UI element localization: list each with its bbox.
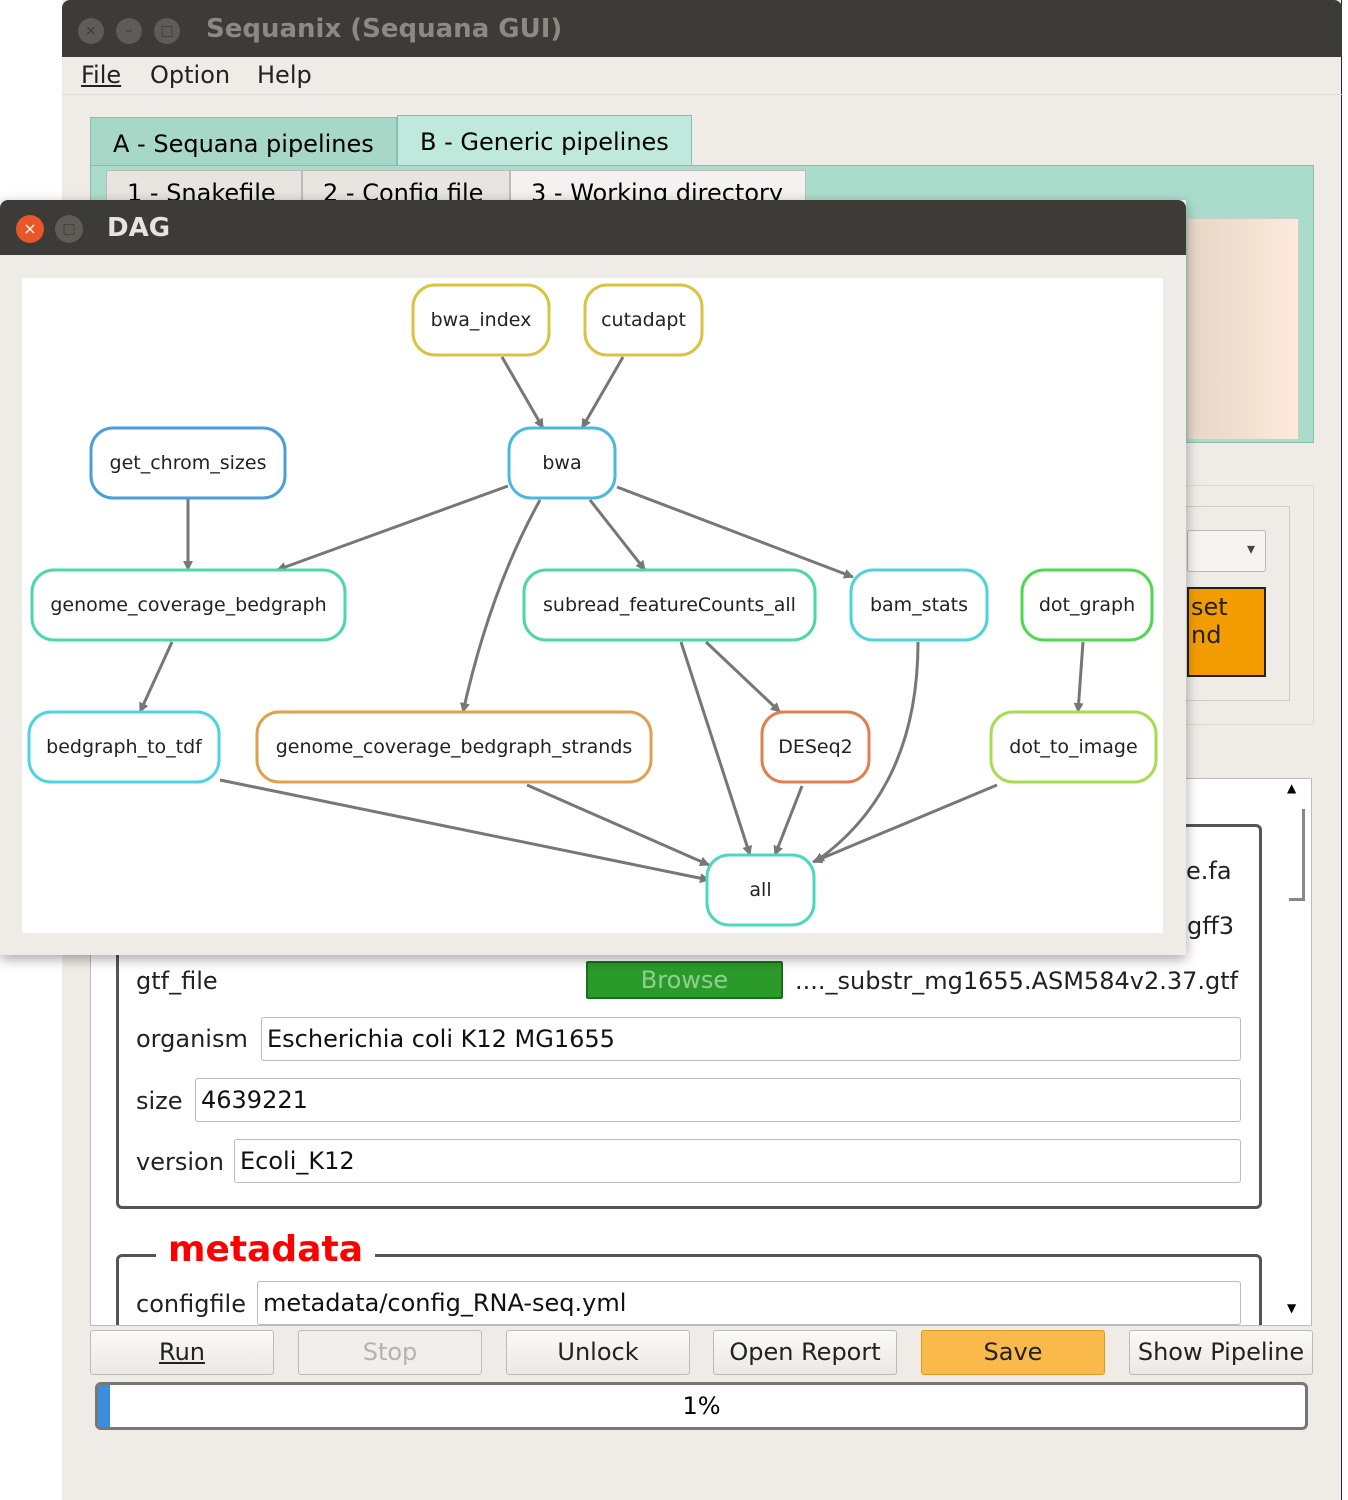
dag-edge-bwa-to-subread_featureCounts_all <box>588 499 647 571</box>
dag-node-label: all <box>749 879 771 901</box>
unlock-button[interactable]: Unlock <box>506 1330 690 1375</box>
stop-button[interactable]: Stop <box>298 1330 482 1375</box>
open-report-button[interactable]: Open Report <box>713 1330 897 1375</box>
dag-node-cutadapt[interactable]: cutadapt <box>583 283 704 357</box>
progress-fill <box>98 1385 111 1427</box>
dag-node-label: bedgraph_to_tdf <box>46 736 203 758</box>
dag-edge-cutadapt-to-bwa <box>580 356 625 429</box>
dag-edge-DESeq2-to-all <box>773 785 804 856</box>
close-icon[interactable]: × <box>78 18 104 44</box>
dag-node-genome_coverage_bedgraph_strands[interactable]: genome_coverage_bedgraph_strands <box>255 710 653 784</box>
dag-window: × □ DAG bwa_index cutadapt get_chrom_sizes… <box>0 200 1186 955</box>
show-pipeline-button[interactable]: Show Pipeline <box>1129 1330 1313 1375</box>
scroll-down-icon[interactable]: ▼ <box>1287 1301 1296 1315</box>
metadata-title: metadata <box>156 1229 375 1270</box>
dag-edge-bwa_index-to-bwa <box>500 356 545 429</box>
dag-node-all[interactable]: all <box>705 853 816 927</box>
progress-label: 1% <box>682 1392 721 1420</box>
dag-node-label: bwa <box>542 452 581 474</box>
dag-node-label: dot_to_image <box>1009 736 1137 758</box>
save-button[interactable]: Save <box>921 1330 1105 1375</box>
dag-graph: bwa_index cutadapt get_chrom_sizes bwa genom… <box>27 283 1158 927</box>
fasta-file-value: e.fa <box>1186 857 1232 885</box>
dag-node-bwa[interactable]: bwa <box>507 426 617 500</box>
dag-node-label: genome_coverage_bedgraph <box>50 594 326 616</box>
dag-node-label: get_chrom_sizes <box>110 452 267 474</box>
dag-title: DAG <box>107 213 171 243</box>
tab-generic-pipelines[interactable]: B - Generic pipelines <box>397 115 692 165</box>
gff-file-value: gff3 <box>1187 912 1235 940</box>
menu-help[interactable]: Help <box>257 61 312 89</box>
maximize-icon[interactable]: □ <box>55 215 83 243</box>
chevron-down-icon: ▾ <box>1246 539 1255 558</box>
menu-option[interactable]: Option <box>150 61 230 89</box>
dag-node-bedgraph_to_tdf[interactable]: bedgraph_to_tdf <box>27 710 221 784</box>
minimize-icon[interactable]: – <box>116 18 142 44</box>
dag-node-bam_stats[interactable]: bam_stats <box>849 568 989 642</box>
dag-edge-dot_to_image-to-all <box>812 783 998 864</box>
menu-bar: File Option Help <box>62 57 1342 95</box>
dag-node-dot_to_image[interactable]: dot_to_image <box>989 710 1158 784</box>
working-directory-panel <box>1187 218 1299 440</box>
dag-edge-genome_coverage_bedgraph_strands-to-all <box>526 783 710 867</box>
dag-node-DESeq2[interactable]: DESeq2 <box>760 710 871 784</box>
gtf-file-label: gtf_file <box>136 967 218 995</box>
dag-edge-bwa-to-genome_coverage_bedgraph <box>276 484 509 572</box>
dag-node-label: genome_coverage_bedgraph_strands <box>276 736 633 758</box>
close-icon[interactable]: × <box>16 215 44 243</box>
organism-input[interactable]: Escherichia coli K12 MG1655 <box>261 1017 1241 1061</box>
organism-label: organism <box>136 1025 248 1053</box>
dag-edge-dot_graph-to-dot_to_image <box>1073 641 1085 713</box>
dag-node-bwa_index[interactable]: bwa_index <box>411 283 551 357</box>
menu-file[interactable]: File <box>81 61 121 89</box>
dag-node-label: subread_featureCounts_all <box>543 594 796 616</box>
run-button[interactable]: Run <box>90 1330 274 1375</box>
run-label: Run <box>158 1338 206 1366</box>
pipeline-dropdown[interactable]: ▾ <box>1187 530 1266 572</box>
gtf-file-value: ...._substr_mg1655.ASM584v2.37.gtf <box>795 967 1239 995</box>
version-label: version <box>136 1148 224 1176</box>
dag-edge-genome_coverage_bedgraph-to-bedgraph_to_tdf <box>138 641 174 713</box>
dag-edge-subread_featureCounts_all-to-DESeq2 <box>704 640 782 714</box>
dag-title-bar: × □ DAG <box>0 200 1186 255</box>
dag-node-label: DESeq2 <box>778 736 853 758</box>
window-title: Sequanix (Sequana GUI) <box>206 14 563 44</box>
main-title-bar: × – □ Sequanix (Sequana GUI) <box>62 0 1342 57</box>
dag-node-get_chrom_sizes[interactable]: get_chrom_sizes <box>89 426 287 500</box>
scrollbar-thumb[interactable] <box>1289 809 1305 901</box>
dag-node-subread_featureCounts_all[interactable]: subread_featureCounts_all <box>522 568 817 642</box>
scroll-up-icon[interactable]: ▲ <box>1287 781 1296 795</box>
dag-canvas: bwa_index cutadapt get_chrom_sizes bwa genom… <box>22 278 1163 933</box>
size-input[interactable]: 4639221 <box>195 1078 1241 1122</box>
progress-bar: 1% <box>95 1382 1308 1430</box>
tab-sequana-pipelines[interactable]: A - Sequana pipelines <box>90 117 397 167</box>
dag-node-dot_graph[interactable]: dot_graph <box>1020 568 1154 642</box>
configfile-label: configfile <box>136 1290 246 1318</box>
vertical-scrollbar[interactable]: ▲ ▼ <box>1281 779 1309 1325</box>
configfile-input[interactable]: metadata/config_RNA-seq.yml <box>257 1281 1241 1325</box>
version-input[interactable]: Ecoli_K12 <box>234 1139 1241 1183</box>
dag-edge-bwa-to-bam_stats <box>616 485 854 579</box>
dag-node-label: dot_graph <box>1039 594 1135 616</box>
dag-edge-bedgraph_to_tdf-to-all <box>219 778 710 884</box>
maximize-icon[interactable]: □ <box>154 18 180 44</box>
orange-action-button[interactable]: set nd <box>1187 587 1266 677</box>
dag-node-label: cutadapt <box>601 309 686 331</box>
size-label: size <box>136 1087 183 1115</box>
browse-button[interactable]: Browse <box>586 961 783 999</box>
dag-node-label: bam_stats <box>870 594 968 616</box>
dag-node-genome_coverage_bedgraph[interactable]: genome_coverage_bedgraph <box>30 568 347 642</box>
dag-node-label: bwa_index <box>431 309 532 331</box>
